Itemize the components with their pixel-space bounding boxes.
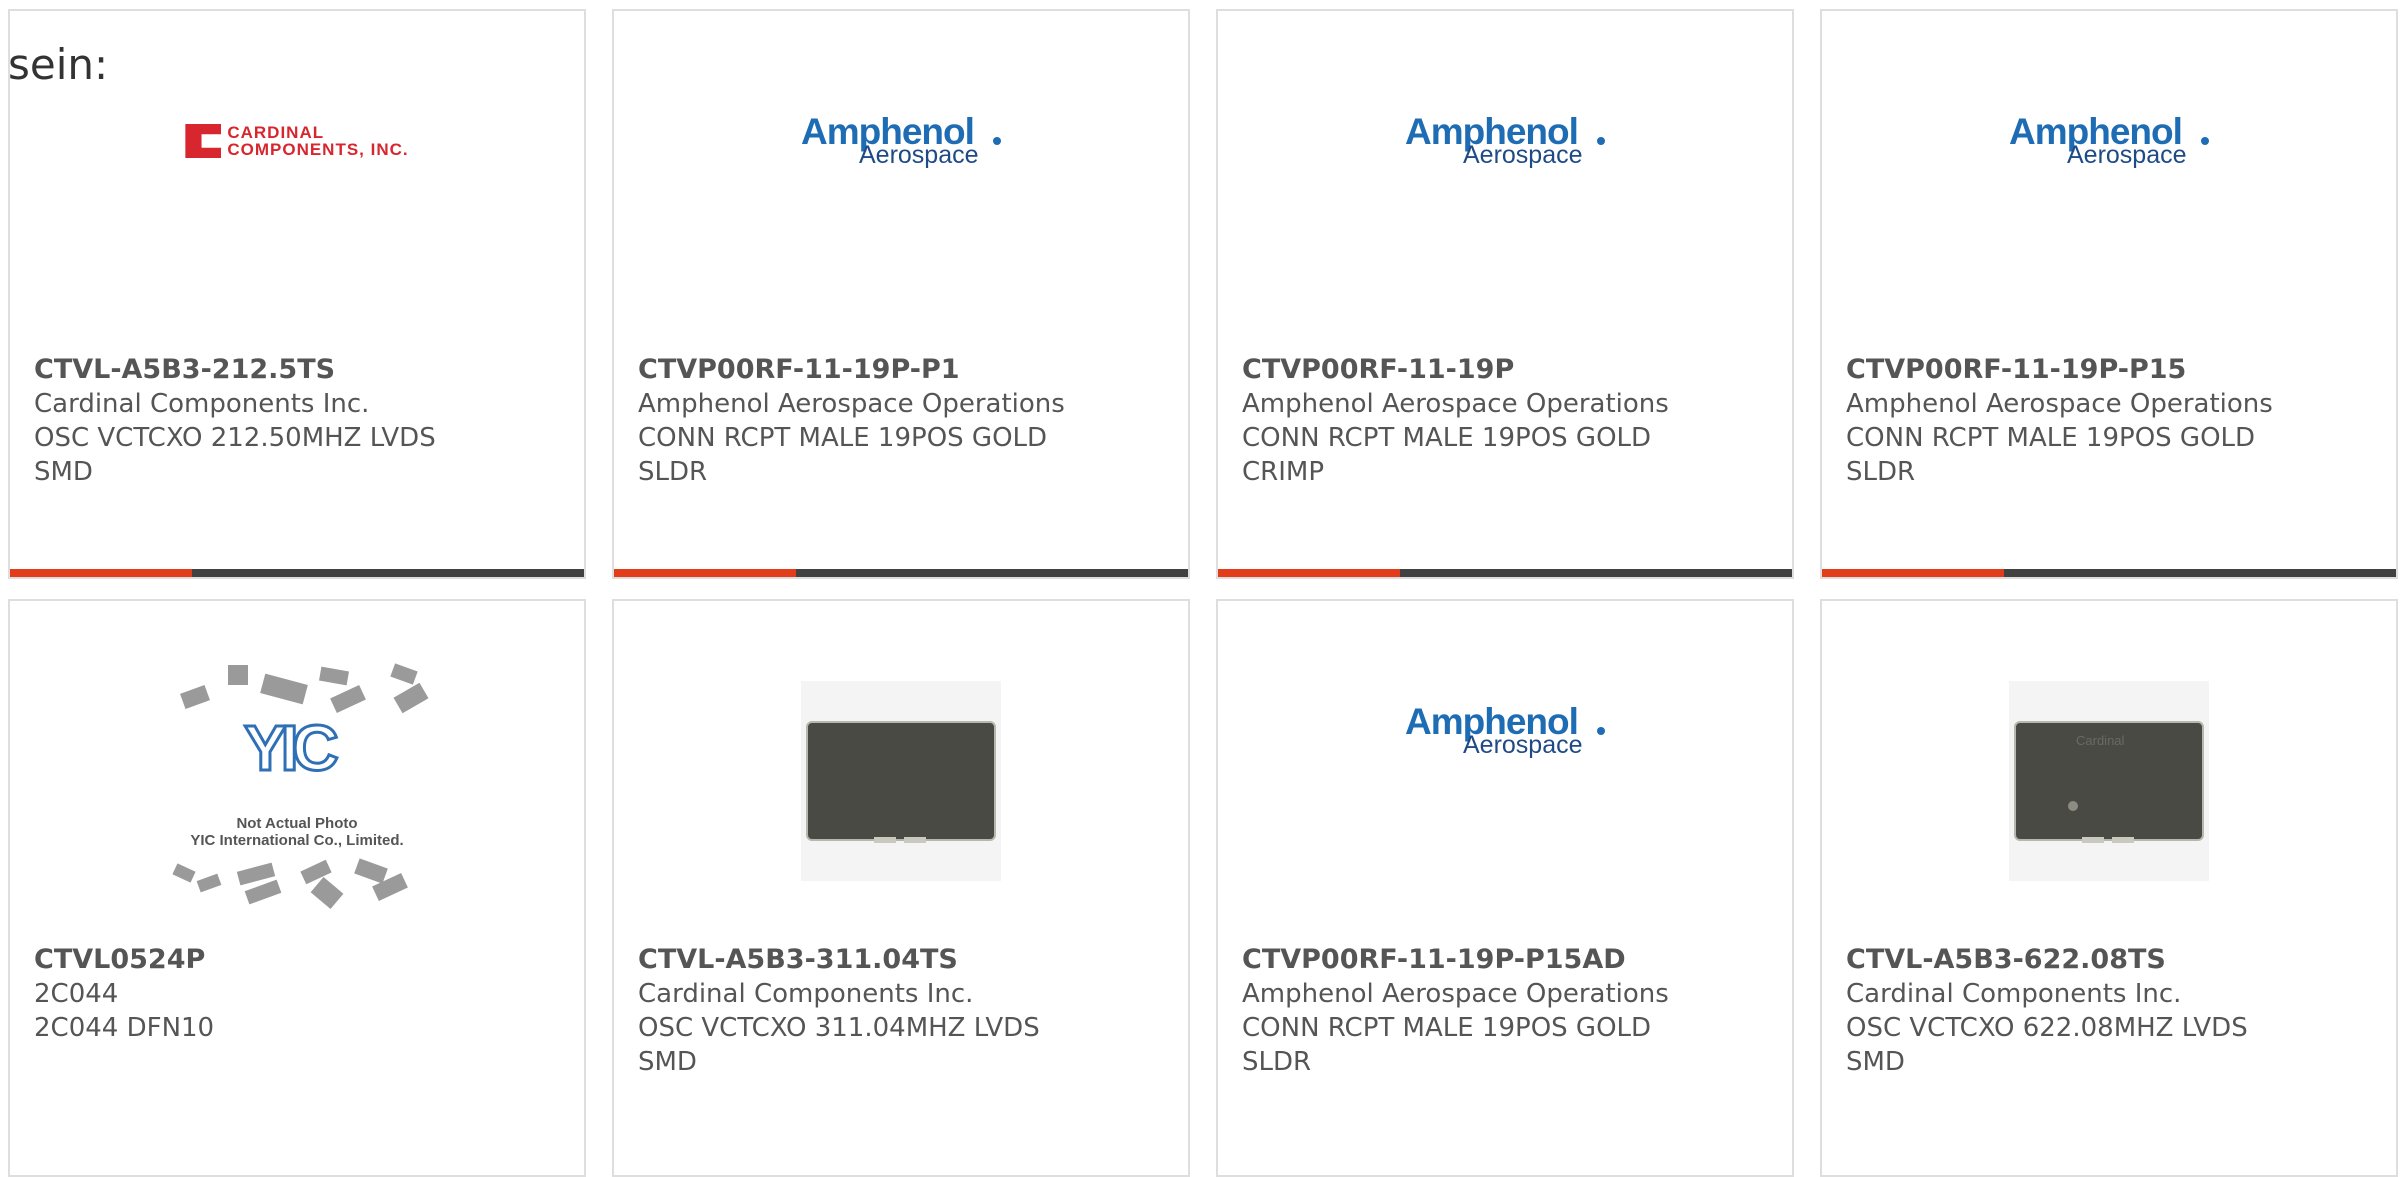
description: CONN RCPT MALE 19POS GOLD SLDR <box>1242 1013 1652 1077</box>
amphenol-logo: Amphenol Aerospace <box>1405 111 1605 171</box>
logo-line: Aerospace <box>1463 731 1583 759</box>
manufacturer: Amphenol Aerospace Operations <box>1242 979 1669 1009</box>
product-image[interactable]: Amphenol Aerospace <box>1218 61 1792 321</box>
product-card[interactable]: Amphenol Aerospace CTVP00RF-11-19P-P15 A… <box>1820 9 2398 579</box>
image-caption: Not Actual Photo <box>236 815 358 832</box>
amphenol-logo: Amphenol Aerospace <box>2009 111 2209 171</box>
product-image[interactable]: Amphenol Aerospace <box>1822 61 2396 321</box>
description: CONN RCPT MALE 19POS GOLD SLDR <box>638 423 1048 487</box>
logo-line: Aerospace <box>2067 141 2187 169</box>
cardinal-logo: CARDINAL COMPONENTS, INC. <box>185 124 408 158</box>
manufacturer: Cardinal Components Inc. <box>638 979 974 1009</box>
product-image[interactable]: YIC Not Actual Photo YIC International C… <box>10 651 584 911</box>
product-image[interactable]: Amphenol Aerospace <box>614 61 1188 321</box>
manufacturer: Amphenol Aerospace Operations <box>1846 389 2273 419</box>
accent-segment <box>10 569 192 577</box>
image-caption: YIC International Co., Limited. <box>190 832 404 849</box>
part-number-link[interactable]: CTVP00RF-11-19P <box>1242 353 1772 387</box>
yic-logo: YIC <box>243 711 341 786</box>
logo-dot-icon <box>993 137 1001 145</box>
description: OSC VCTCXO 622.08MHZ LVDS SMD <box>1846 1013 2248 1077</box>
product-card[interactable]: Amphenol Aerospace CTVP00RF-11-19P Amphe… <box>1216 9 1794 579</box>
logo-line: Aerospace <box>859 141 979 169</box>
pin1-dot-icon <box>2068 801 2078 811</box>
logo-dot-icon <box>1597 727 1605 735</box>
accent-segment <box>1822 569 2004 577</box>
product-card[interactable]: Amphenol Aerospace CTVP00RF-11-19P-P1 Am… <box>612 9 1190 579</box>
part-number-link[interactable]: CTVL-A5B3-212.5TS <box>34 353 564 387</box>
chip-marking: Cardinal <box>2076 733 2125 748</box>
part-number-link[interactable]: CTVL0524P <box>34 943 564 977</box>
description: CONN RCPT MALE 19POS GOLD CRIMP <box>1242 423 1652 487</box>
chip-photo <box>801 681 1001 881</box>
product-card[interactable]: CARDINAL COMPONENTS, INC. CTVL-A5B3-212.… <box>8 9 586 579</box>
card-bottom-bar <box>614 569 1188 577</box>
manufacturer: Amphenol Aerospace Operations <box>1242 389 1669 419</box>
part-number-link[interactable]: CTVL-A5B3-311.04TS <box>638 943 1168 977</box>
intro-text: sein: <box>8 40 109 89</box>
part-number-link[interactable]: CTVP00RF-11-19P-P15AD <box>1242 943 1772 977</box>
product-image[interactable]: Amphenol Aerospace <box>1218 651 1792 911</box>
product-image[interactable] <box>614 651 1188 911</box>
part-number-link[interactable]: CTVP00RF-11-19P-P15 <box>1846 353 2376 387</box>
product-image[interactable]: Cardinal <box>1822 651 2396 911</box>
accent-segment <box>1218 569 1400 577</box>
logo-line: Aerospace <box>1463 141 1583 169</box>
accent-segment <box>614 569 796 577</box>
part-number-link[interactable]: CTVL-A5B3-622.08TS <box>1846 943 2376 977</box>
amphenol-logo: Amphenol Aerospace <box>1405 701 1605 761</box>
placeholder-image: YIC Not Actual Photo YIC International C… <box>162 661 432 910</box>
card-bottom-bar <box>10 569 584 577</box>
product-image[interactable]: CARDINAL COMPONENTS, INC. <box>10 61 584 321</box>
card-bottom-bar <box>1218 569 1792 577</box>
manufacturer: 2C044 <box>34 979 119 1009</box>
manufacturer: Cardinal Components Inc. <box>34 389 370 419</box>
manufacturer: Cardinal Components Inc. <box>1846 979 2182 1009</box>
logo-line: COMPONENTS, INC. <box>227 140 409 159</box>
card-bottom-bar <box>1822 569 2396 577</box>
description: OSC VCTCXO 311.04MHZ LVDS SMD <box>638 1013 1040 1077</box>
product-grid: CARDINAL COMPONENTS, INC. CTVL-A5B3-212.… <box>8 9 2398 1177</box>
amphenol-logo: Amphenol Aerospace <box>801 111 1001 171</box>
description: OSC VCTCXO 212.50MHZ LVDS SMD <box>34 423 436 487</box>
part-number-link[interactable]: CTVP00RF-11-19P-P1 <box>638 353 1168 387</box>
description: 2C044 DFN10 <box>34 1013 215 1043</box>
product-card[interactable]: Amphenol Aerospace CTVP00RF-11-19P-P15AD… <box>1216 599 1794 1177</box>
chip-photo: Cardinal <box>2009 681 2209 881</box>
product-card[interactable]: YIC Not Actual Photo YIC International C… <box>8 599 586 1177</box>
product-card[interactable]: CTVL-A5B3-311.04TS Cardinal Components I… <box>612 599 1190 1177</box>
product-card[interactable]: Cardinal CTVL-A5B3-622.08TS Cardinal Com… <box>1820 599 2398 1177</box>
cardinal-mark-icon <box>185 124 222 158</box>
logo-dot-icon <box>2201 137 2209 145</box>
logo-dot-icon <box>1597 137 1605 145</box>
manufacturer: Amphenol Aerospace Operations <box>638 389 1065 419</box>
logo-line: CARDINAL <box>227 123 325 142</box>
description: CONN RCPT MALE 19POS GOLD SLDR <box>1846 423 2256 487</box>
